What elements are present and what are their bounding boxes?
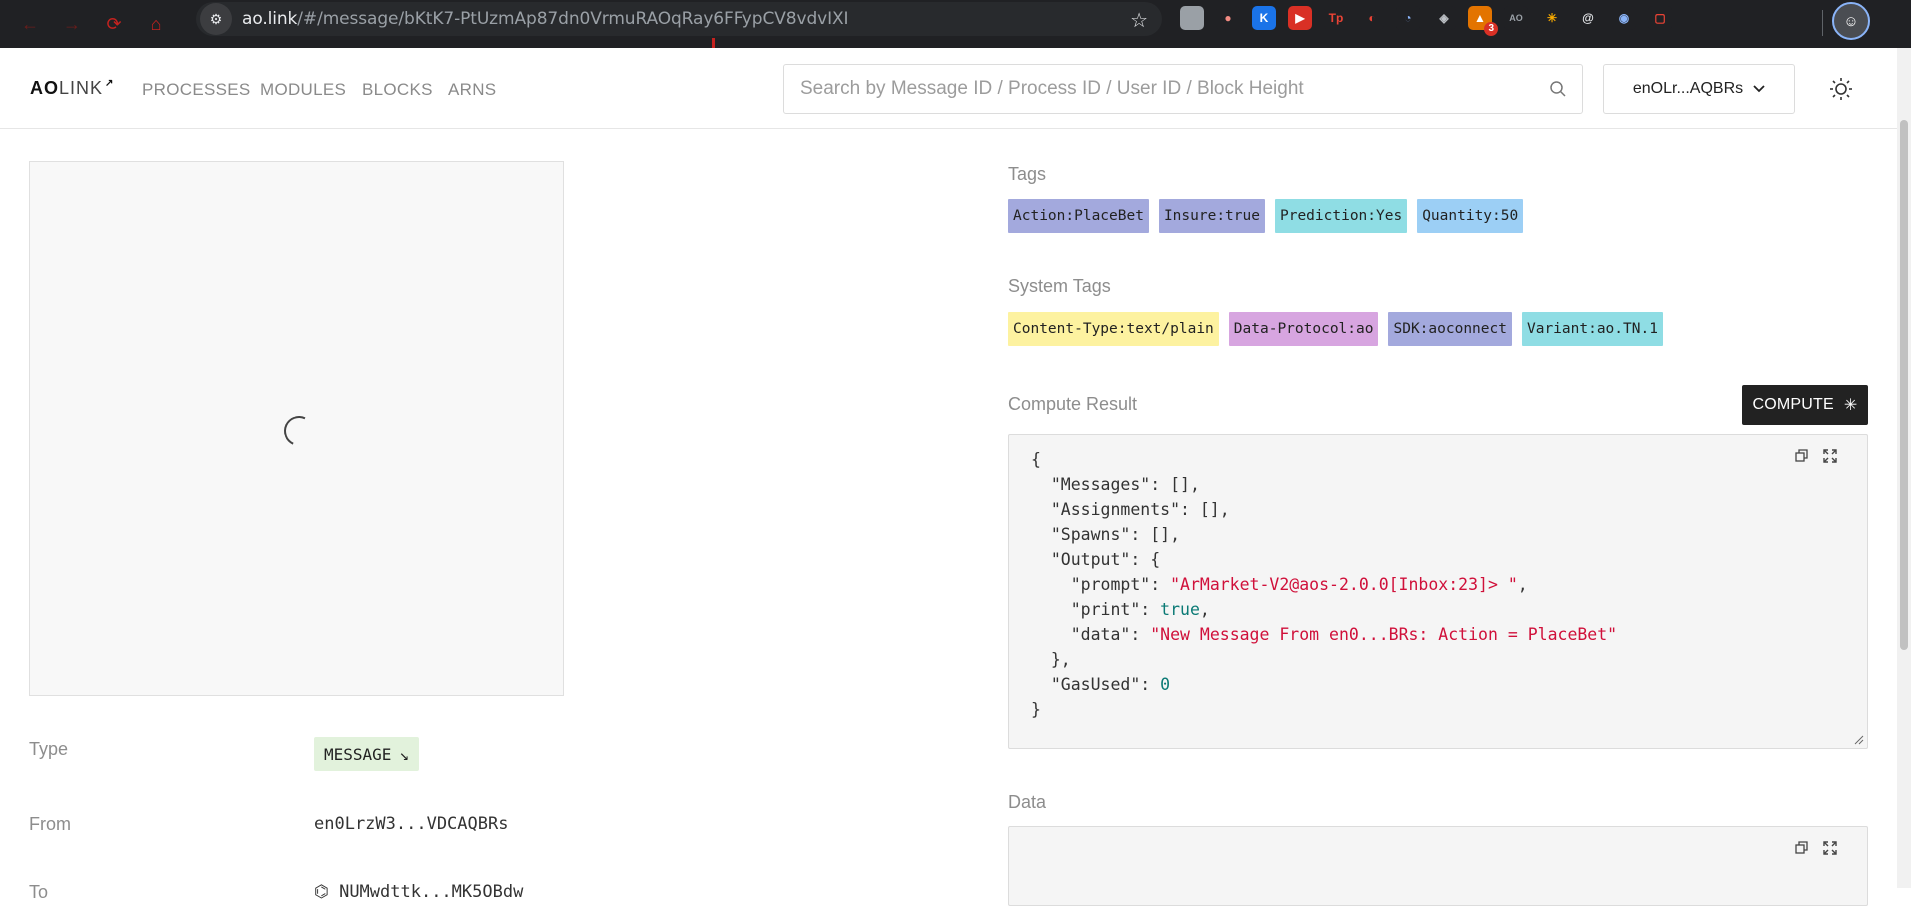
nav-modules[interactable]: MODULES: [260, 80, 346, 100]
extension-icon[interactable]: K: [1252, 6, 1276, 30]
chevron-down-icon: [1753, 85, 1765, 93]
nav-arns[interactable]: ARNS: [448, 80, 496, 100]
site-header: AOLINK↗ PROCESSES MODULES BLOCKS ARNS en…: [0, 48, 1897, 129]
address-bar[interactable]: ⚙ ao.link/#/message/bKtK7-PtUzmAp87dn0Vr…: [196, 2, 1162, 36]
tag-chip: Prediction:Yes: [1274, 199, 1408, 233]
compute-button-label: COMPUTE: [1752, 396, 1834, 413]
back-icon[interactable]: ←: [16, 10, 44, 38]
tags-title: Tags: [1008, 164, 1047, 184]
nav-processes[interactable]: PROCESSES: [142, 80, 251, 100]
code-line: "prompt": "ArMarket-V2@aos-2.0.0[Inbox:2…: [1031, 575, 1528, 594]
search-box[interactable]: [783, 64, 1583, 114]
code-line: "Messages": [],: [1031, 475, 1200, 494]
extension-icon[interactable]: ◔: [1396, 6, 1420, 30]
loading-spinner-icon: [279, 411, 319, 451]
compute-button[interactable]: COMPUTE ✳: [1742, 385, 1868, 425]
type-value: MESSAGE: [324, 744, 392, 764]
code-line: "GasUsed": 0: [1031, 675, 1171, 694]
to-label: To: [29, 882, 49, 902]
data-title: Data: [1008, 792, 1047, 812]
extension-icon[interactable]: ◈: [1432, 6, 1456, 30]
code-line: "Spawns": [],: [1031, 525, 1181, 544]
search-input[interactable]: [800, 77, 1540, 101]
extension-icon[interactable]: AO: [1504, 6, 1528, 30]
extension-icon[interactable]: ▲ 3: [1468, 6, 1498, 36]
copy-icon[interactable]: [1793, 839, 1811, 857]
sun-icon[interactable]: [1828, 76, 1854, 102]
system-tag-chip: SDK:aoconnect: [1388, 312, 1512, 346]
extension-icon[interactable]: ◐: [1360, 6, 1384, 30]
code-line: {: [1031, 450, 1041, 469]
code-line: "data": "New Message From en0...BRs: Act…: [1031, 625, 1618, 644]
arrow-down-right-icon: ↘: [399, 744, 410, 764]
message-graph-panel[interactable]: [29, 161, 564, 696]
extension-icon[interactable]: Tp: [1324, 6, 1348, 30]
extension-icon[interactable]: ▶: [1288, 6, 1312, 30]
home-icon[interactable]: ⌂: [142, 10, 170, 38]
forward-icon[interactable]: →: [58, 10, 86, 38]
system-tag-chip: Variant:ao.TN.1: [1521, 312, 1663, 346]
resize-handle-icon[interactable]: [1854, 735, 1864, 745]
wallet-address: enOLr...AQBRs: [1632, 80, 1744, 97]
expand-icon[interactable]: [1821, 839, 1839, 857]
aolink-logo[interactable]: AOLINK ↗: [30, 78, 114, 99]
nav-blocks[interactable]: BLOCKS: [362, 80, 433, 100]
search-icon[interactable]: [1548, 79, 1568, 99]
compute-result-title: Compute Result: [1008, 394, 1138, 414]
tag-chip: Insure:true: [1158, 199, 1265, 233]
extension-icon[interactable]: @: [1576, 6, 1600, 30]
wallet-button[interactable]: enOLr...AQBRs: [1603, 64, 1795, 114]
site-info-icon[interactable]: ⚙: [200, 3, 232, 35]
tag-chip: Action:PlaceBet: [1008, 199, 1149, 233]
type-label: Type: [29, 739, 69, 759]
asterisk-icon: ✳: [1843, 397, 1858, 414]
browser-toolbar: ← → ⟳ ⌂ ⚙ ao.link/#/message/bKtK7-PtUzmA…: [0, 0, 1911, 48]
code-line: },: [1031, 650, 1071, 669]
extension-icon[interactable]: ●: [1216, 6, 1240, 30]
system-tag-chip: Data-Protocol:ao: [1228, 312, 1379, 346]
compute-result-box[interactable]: { "Messages": [], "Assignments": [], "Sp…: [1008, 434, 1868, 749]
url-text[interactable]: ao.link/#/message/bKtK7-PtUzmAp87dn0Vrmu…: [242, 9, 849, 29]
extension-icon[interactable]: ◉: [1612, 6, 1636, 30]
extension-icon[interactable]: ✳: [1540, 6, 1564, 30]
from-label: From: [29, 814, 71, 834]
browser-nav-buttons: ← → ⟳ ⌂: [0, 10, 196, 38]
page-scrollbar-thumb[interactable]: [1900, 120, 1908, 650]
type-badge: MESSAGE ↘: [314, 737, 420, 771]
tags-list: Action:PlaceBet Insure:true Prediction:Y…: [1008, 199, 1524, 233]
data-box[interactable]: [1008, 826, 1868, 906]
expand-icon[interactable]: [1821, 447, 1839, 465]
code-line: "print": true,: [1031, 600, 1210, 619]
from-value[interactable]: en0LrzW3...VDCAQBRs: [314, 814, 508, 834]
to-value[interactable]: ⌬ NUMwdttk...MK5OBdw: [314, 882, 523, 902]
extension-icon[interactable]: ▢: [1648, 6, 1672, 30]
copy-icon[interactable]: [1793, 447, 1811, 465]
system-tags-title: System Tags: [1008, 276, 1111, 296]
process-icon: ⌬: [314, 882, 340, 902]
profile-avatar[interactable]: ☺: [1832, 2, 1870, 40]
tag-chip: Quantity:50: [1417, 199, 1524, 233]
extension-icon[interactable]: [1180, 6, 1204, 30]
system-tag-chip: Content-Type:text/plain: [1008, 312, 1219, 346]
tab-indicator: [712, 38, 715, 48]
toolbar-divider: [1822, 10, 1823, 36]
code-line: "Output": {: [1031, 550, 1161, 569]
extension-badge: 3: [1484, 22, 1498, 36]
compute-result-json: { "Messages": [], "Assignments": [], "Sp…: [1031, 447, 1617, 722]
reload-icon[interactable]: ⟳: [100, 10, 128, 38]
system-tags-list: Content-Type:text/plain Data-Protocol:ao…: [1008, 312, 1663, 346]
code-line: }: [1031, 700, 1041, 719]
extensions-bar: ● K ▶ Tp ◐ ◔ ◈ ▲ 3 AO ✳ @ ◉ ▢: [1180, 6, 1672, 36]
code-line: "Assignments": [],: [1031, 500, 1230, 519]
bookmark-star-icon[interactable]: ☆: [1130, 8, 1148, 33]
